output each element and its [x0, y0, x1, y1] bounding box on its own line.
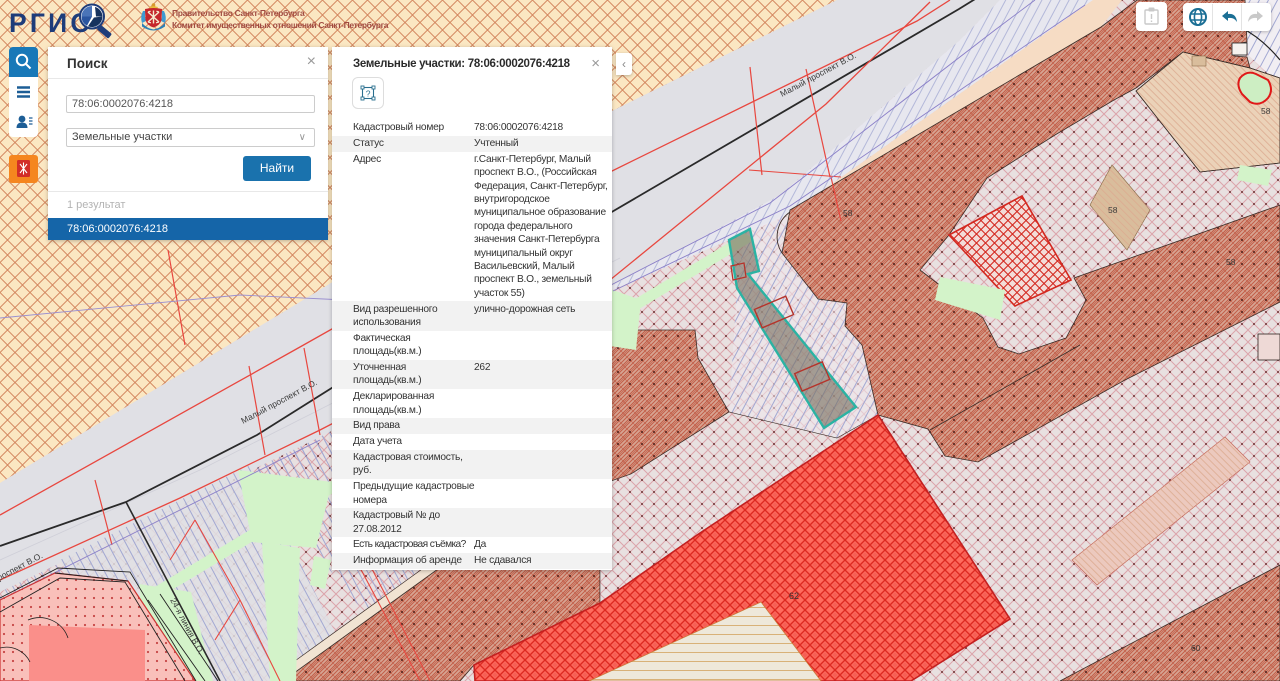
- svg-text:58: 58: [1261, 106, 1271, 116]
- svg-text:58: 58: [1108, 205, 1118, 215]
- svg-text:62: 62: [789, 591, 799, 601]
- svg-text:?: ?: [366, 89, 371, 99]
- svg-text:60: 60: [1191, 643, 1201, 653]
- svg-text:58: 58: [843, 208, 853, 218]
- svg-text:58: 58: [1226, 257, 1236, 267]
